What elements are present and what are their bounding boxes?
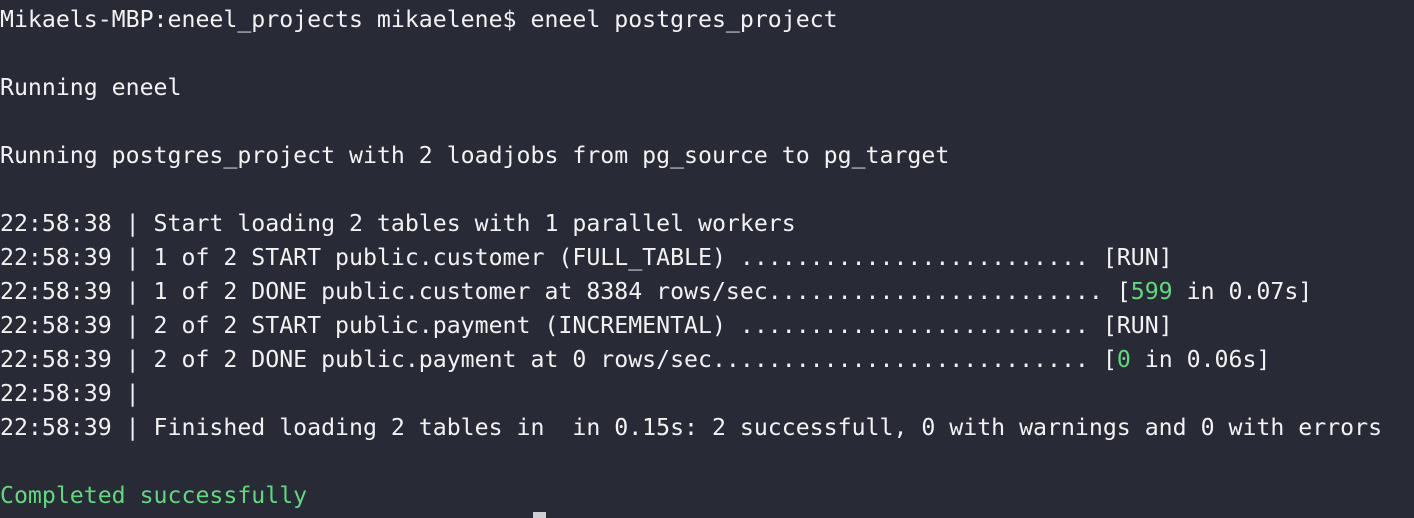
running-eneel-line: Running eneel <box>0 74 182 101</box>
customer-rows-count: 599 <box>1130 278 1173 305</box>
customer-done-prefix: 22:58:39 | 1 of 2 DONE public.customer a… <box>0 278 1131 305</box>
log-payment-done-line: 22:58:39 | 2 of 2 DONE public.payment at… <box>0 343 1414 377</box>
payment-done-suffix: in 0.06s] <box>1130 346 1271 373</box>
log-start-loading-line: 22:58:38 | Start loading 2 tables with 1… <box>0 210 796 237</box>
customer-done-suffix: in 0.07s] <box>1172 278 1313 305</box>
log-payment-start-line: 22:58:39 | 2 of 2 START public.payment (… <box>0 312 1173 339</box>
payment-rows-count: 0 <box>1116 346 1131 373</box>
log-finished-line: 22:58:39 | Finished loading 2 tables in … <box>0 414 1383 441</box>
log-customer-start-line: 22:58:39 | 1 of 2 START public.customer … <box>0 244 1173 271</box>
command-prompt-line: Mikaels-MBP:eneel_projects mikaelene$ en… <box>0 6 838 33</box>
text-cursor <box>533 512 546 518</box>
terminal-output[interactable]: Mikaels-MBP:eneel_projects mikaelene$ en… <box>0 3 1414 518</box>
log-customer-done-line: 22:58:39 | 1 of 2 DONE public.customer a… <box>0 275 1414 309</box>
running-project-line: Running postgres_project with 2 loadjobs… <box>0 142 950 169</box>
log-empty-line: 22:58:39 | <box>0 380 140 407</box>
completed-status-line: Completed successfully <box>0 482 308 509</box>
payment-done-prefix: 22:58:39 | 2 of 2 DONE public.payment at… <box>0 346 1117 373</box>
